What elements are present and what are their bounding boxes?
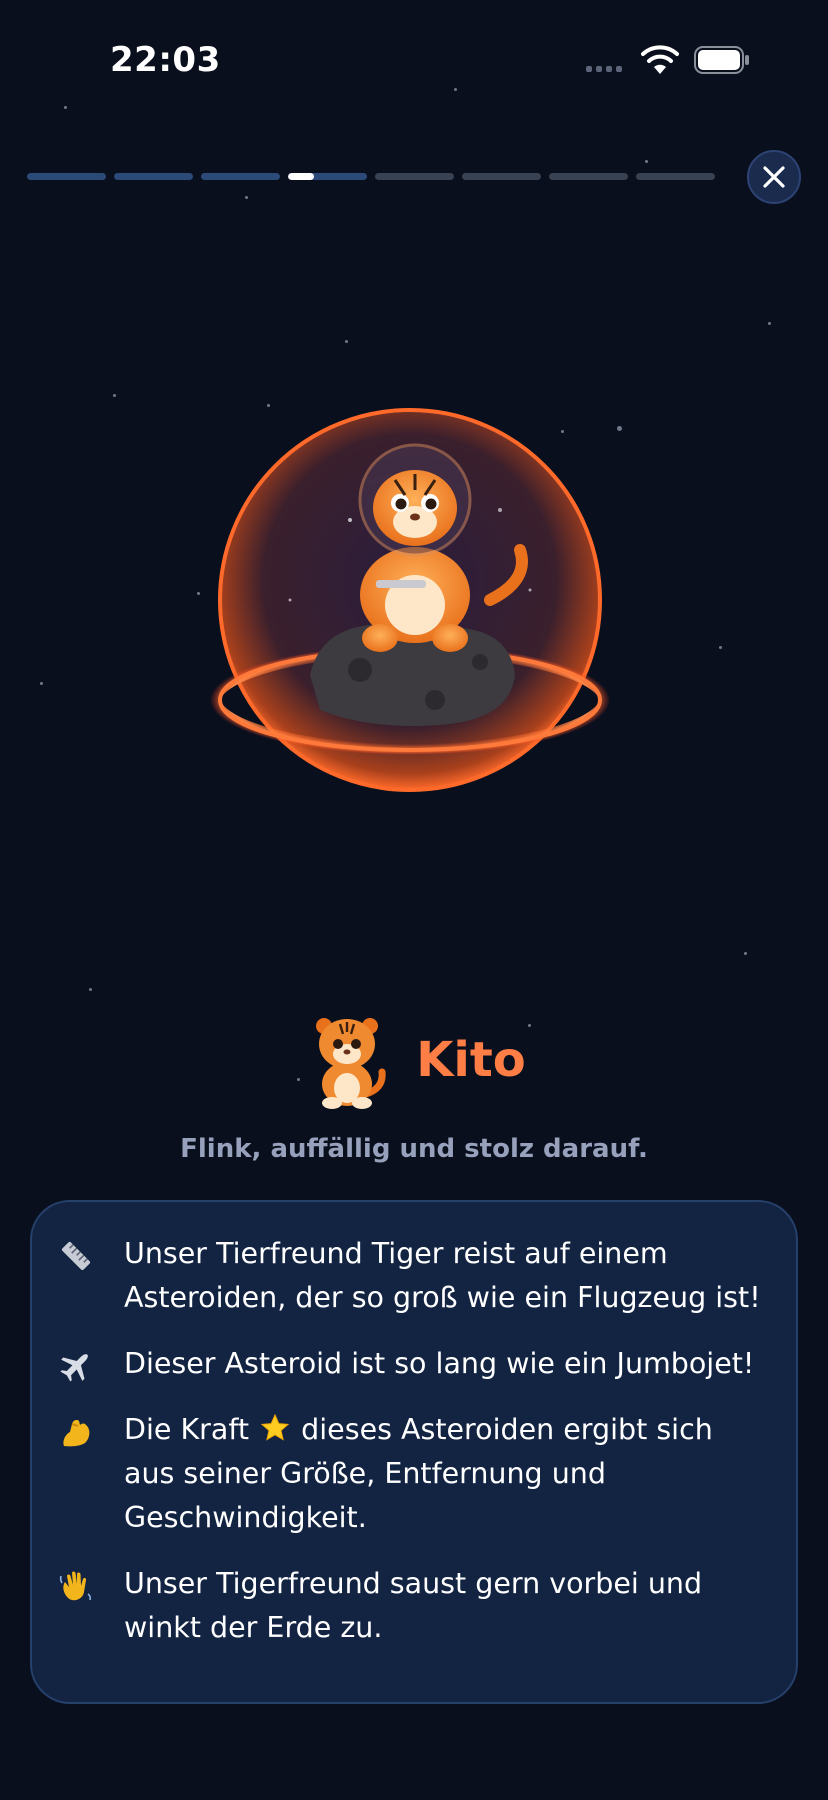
fact-item: Die Kraft dieses Asteroiden ergibt sich … bbox=[56, 1408, 768, 1540]
fact-text: Dieser Asteroid ist so lang wie ein Jumb… bbox=[124, 1347, 755, 1380]
progress-segment bbox=[114, 173, 193, 180]
fact-item: Dieser Asteroid ist so lang wie ein Jumb… bbox=[56, 1342, 768, 1386]
fact-text: Die Kraft dieses Asteroiden ergibt sich … bbox=[124, 1408, 768, 1540]
fact-item: Unser Tierfreund Tiger reist auf einem A… bbox=[56, 1232, 768, 1320]
fact-text: Unser Tierfreund Tiger reist auf einem A… bbox=[124, 1237, 761, 1314]
status-time: 22:03 bbox=[110, 40, 221, 80]
story-progress bbox=[27, 173, 715, 180]
progress-segment bbox=[201, 173, 280, 180]
cellular-signal-icon bbox=[586, 66, 622, 72]
fact-text-part: Die Kraft bbox=[124, 1413, 250, 1446]
close-button[interactable] bbox=[747, 150, 801, 204]
progress-segment-current bbox=[288, 173, 367, 180]
battery-icon bbox=[694, 46, 749, 74]
progress-segment bbox=[549, 173, 628, 180]
tiger-avatar bbox=[316, 1018, 386, 1109]
fact-text: Unser Tigerfreund saust gern vorbei und … bbox=[124, 1567, 703, 1644]
pet-name: Kito bbox=[416, 1032, 526, 1088]
flexed-biceps-icon bbox=[56, 1412, 96, 1452]
fact-item: Unser Tigerfreund saust gern vorbei und … bbox=[56, 1562, 768, 1650]
status-bar: 22:03 bbox=[0, 0, 828, 110]
progress-segment bbox=[462, 173, 541, 180]
wifi-icon bbox=[641, 45, 679, 74]
progress-fill bbox=[288, 173, 315, 180]
airplane-icon bbox=[56, 1346, 96, 1386]
close-icon bbox=[763, 166, 785, 188]
star-icon bbox=[260, 1413, 290, 1441]
ruler-icon bbox=[56, 1236, 96, 1276]
progress-segment bbox=[27, 173, 106, 180]
waving-hand-icon bbox=[56, 1566, 96, 1606]
progress-segment bbox=[636, 173, 715, 180]
pet-tagline: Flink, auffällig und stolz darauf. bbox=[180, 1134, 648, 1164]
progress-segment bbox=[375, 173, 454, 180]
facts-card: Unser Tierfreund Tiger reist auf einem A… bbox=[30, 1200, 798, 1704]
pet-header: Kito bbox=[0, 1010, 828, 1110]
tiger-asteroid-illustration bbox=[200, 408, 620, 792]
